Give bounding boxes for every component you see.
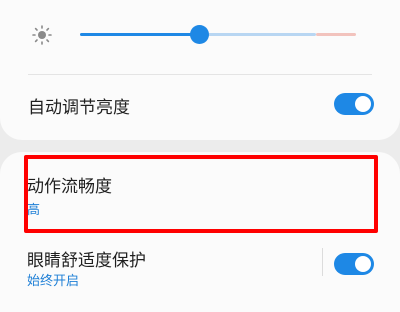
auto-brightness-toggle[interactable]: [334, 93, 374, 115]
divider: [28, 74, 372, 75]
brightness-slider-fill[interactable]: [80, 33, 200, 36]
eye-comfort-toggle[interactable]: [334, 253, 374, 275]
display-settings-card: 亮度: [0, 0, 400, 140]
auto-brightness-label: 自动调节亮度: [28, 98, 130, 118]
vertical-separator: [322, 248, 323, 276]
sun-icon: [32, 25, 52, 45]
brightness-slider-thumb[interactable]: [190, 25, 209, 44]
eye-comfort-label[interactable]: 眼睛舒适度保护: [27, 246, 146, 271]
toggle-knob: [355, 256, 371, 272]
toggle-knob: [355, 96, 371, 112]
brightness-slider-track-end[interactable]: [316, 33, 356, 36]
highlight-box: [24, 155, 378, 233]
eye-comfort-value: 始终开启: [27, 274, 80, 289]
brightness-slider-track[interactable]: [200, 33, 316, 36]
